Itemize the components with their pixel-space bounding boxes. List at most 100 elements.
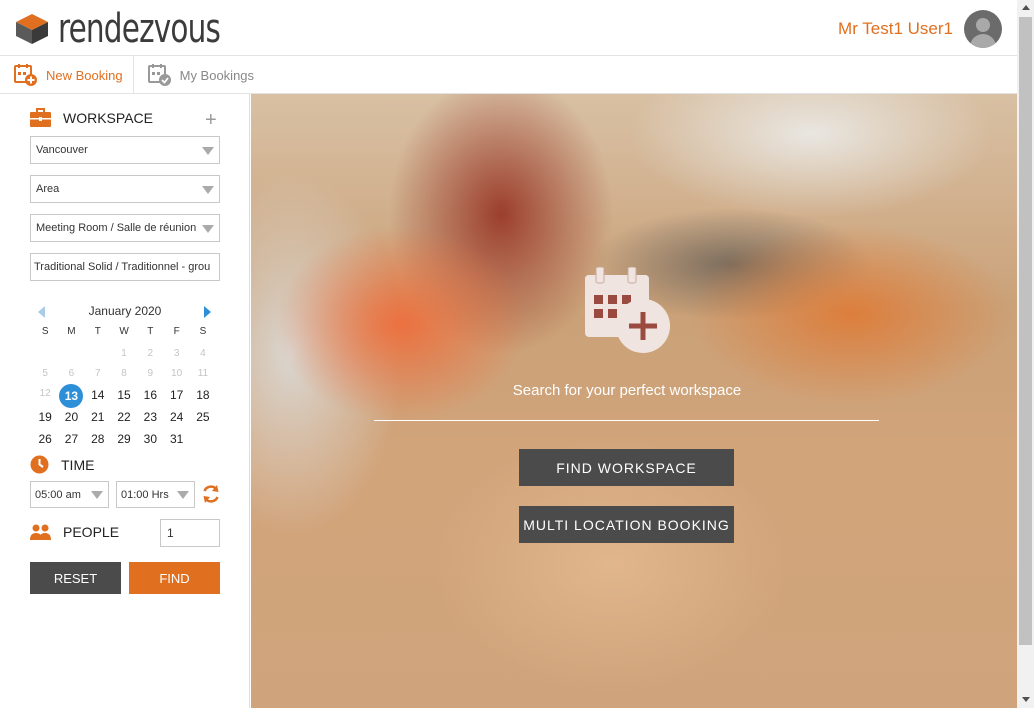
workspace-label: WORKSPACE	[63, 109, 153, 126]
room-type-value: Meeting Room / Salle de réunion	[36, 222, 197, 234]
find-workspace-button[interactable]: FIND WORKSPACE	[519, 449, 734, 486]
find-button[interactable]: FIND	[129, 562, 220, 594]
area-select[interactable]: Area	[30, 175, 220, 203]
calendar-day[interactable]: 31	[163, 428, 189, 450]
calendar-day[interactable]: 20	[58, 406, 84, 428]
avatar-head	[976, 18, 990, 32]
calendar-day[interactable]: 25	[190, 406, 216, 428]
hero-tagline: Search for your perfect workspace	[512, 382, 742, 399]
calendar-month-title: January 2020	[88, 304, 162, 318]
chevron-down-icon	[91, 491, 103, 499]
weekday-label: S	[41, 326, 49, 337]
app-header: rendezvous Mr Test1 User1	[0, 0, 1017, 56]
start-time-value: 05:00 am	[35, 488, 81, 501]
calendar-day[interactable]: 17	[163, 384, 189, 406]
people-count-input[interactable]	[160, 519, 220, 547]
avatar-body	[970, 34, 996, 48]
refresh-icon[interactable]	[201, 484, 221, 504]
calendar-day: 12	[39, 388, 51, 399]
weekday-label: F	[173, 326, 180, 337]
calendar-day: 9	[147, 368, 154, 379]
start-time-select[interactable]: 05:00 am	[30, 481, 109, 508]
calendar-day: 10	[171, 368, 183, 379]
calendar-day[interactable]: 18	[190, 384, 216, 406]
calendar-day-number: 13	[59, 384, 84, 408]
calendar-check-icon	[147, 64, 171, 86]
calendar-plus-icon	[585, 267, 670, 353]
calendar-day[interactable]: 29	[111, 428, 137, 450]
clock-icon	[30, 455, 49, 474]
location-value: Vancouver	[36, 144, 88, 156]
calendar-day: 6	[68, 368, 75, 379]
calendar-day[interactable]: 30	[137, 428, 163, 450]
calendar-day[interactable]: 14	[85, 384, 111, 406]
furniture-select[interactable]: Traditional Solid / Traditionnel - grou	[30, 253, 220, 281]
calendar-day[interactable]: 21	[85, 406, 111, 428]
calendar-day	[32, 344, 58, 364]
calendar-day[interactable]: 22	[111, 406, 137, 428]
multi-location-booking-button[interactable]: MULTI LOCATION BOOKING	[519, 506, 734, 543]
page-scrollbar[interactable]	[1017, 0, 1034, 708]
workspace-heading: WORKSPACE	[30, 108, 153, 127]
previous-month-icon[interactable]	[38, 306, 45, 318]
chevron-down-icon	[202, 186, 214, 194]
calendar-day: 7	[94, 368, 101, 379]
calendar-day: 1	[121, 348, 127, 359]
reset-button[interactable]: RESET	[30, 562, 121, 594]
scroll-up-arrow-icon[interactable]	[1022, 5, 1030, 10]
calendar-day[interactable]: 27	[58, 428, 84, 450]
chevron-down-icon	[202, 225, 214, 233]
duration-select[interactable]: 01:00 Hrs	[116, 481, 195, 508]
people-icon	[30, 524, 51, 540]
calendar-day: 3	[173, 348, 180, 359]
calendar-day[interactable]: 19	[32, 406, 58, 428]
user-name-link[interactable]: Mr Test1 User1	[838, 19, 953, 39]
furniture-value: Traditional Solid / Traditionnel - grou	[34, 261, 211, 273]
people-label: PEOPLE	[63, 524, 120, 540]
calendar-plus-icon	[14, 64, 37, 86]
scroll-down-arrow-icon[interactable]	[1022, 697, 1030, 702]
calendar-day	[58, 344, 84, 364]
calendar-day[interactable]: 26	[32, 428, 58, 450]
calendar-day: 4	[200, 348, 206, 359]
calendar-day[interactable]: 24	[163, 406, 189, 428]
time-label: TIME	[61, 456, 95, 473]
time-heading: TIME	[30, 455, 94, 474]
calendar-day[interactable]: 23	[137, 406, 163, 428]
calendar-day: 2	[147, 348, 154, 359]
calendar-grid: S M T W T F S 1 2 3 4 5 6 7 8 9 10 11 12 13 14 15 16 17 1…	[32, 324, 216, 450]
booking-filters-sidebar: WORKSPACE + Vancouver Area Meeting Room …	[0, 94, 250, 708]
tab-my-bookings[interactable]: My Bookings	[134, 56, 264, 94]
tab-new-booking[interactable]: New Booking	[0, 56, 134, 94]
room-type-select[interactable]: Meeting Room / Salle de réunion	[30, 214, 220, 242]
duration-value: 01:00 Hrs	[121, 488, 169, 501]
divider	[374, 420, 879, 421]
calendar-day[interactable]: 15	[111, 384, 137, 406]
calendar-day: 5	[42, 368, 48, 379]
logo-text: rendezvous	[58, 6, 221, 52]
calendar-day[interactable]: 16	[137, 384, 163, 406]
avatar[interactable]	[964, 10, 1002, 48]
tab-my-bookings-label: My Bookings	[179, 67, 255, 83]
calendar-day[interactable]: 28	[85, 428, 111, 450]
briefcase-icon	[30, 108, 51, 127]
weekday-label: W	[119, 326, 129, 337]
logo-cube-icon	[16, 14, 48, 44]
chevron-down-icon	[202, 147, 214, 155]
weekday-label: S	[199, 326, 207, 337]
scroll-thumb[interactable]	[1019, 17, 1032, 645]
weekday-label: T	[147, 326, 154, 337]
booking-tabs: New Booking My Bookings	[0, 56, 1017, 94]
logo[interactable]: rendezvous	[14, 6, 256, 52]
calendar-header: January 2020	[30, 304, 220, 320]
chevron-down-icon	[177, 491, 189, 499]
weekday-label: T	[94, 326, 101, 337]
calendar-day-selected[interactable]: 13	[58, 384, 84, 408]
calendar-day: 11	[197, 368, 209, 379]
hero-banner: Search for your perfect workspace FIND W…	[251, 94, 1017, 708]
location-select[interactable]: Vancouver	[30, 136, 220, 164]
next-month-icon[interactable]	[204, 306, 211, 318]
add-workspace-icon[interactable]: +	[205, 110, 217, 130]
people-heading: PEOPLE	[30, 524, 119, 540]
weekday-label: M	[67, 326, 76, 337]
